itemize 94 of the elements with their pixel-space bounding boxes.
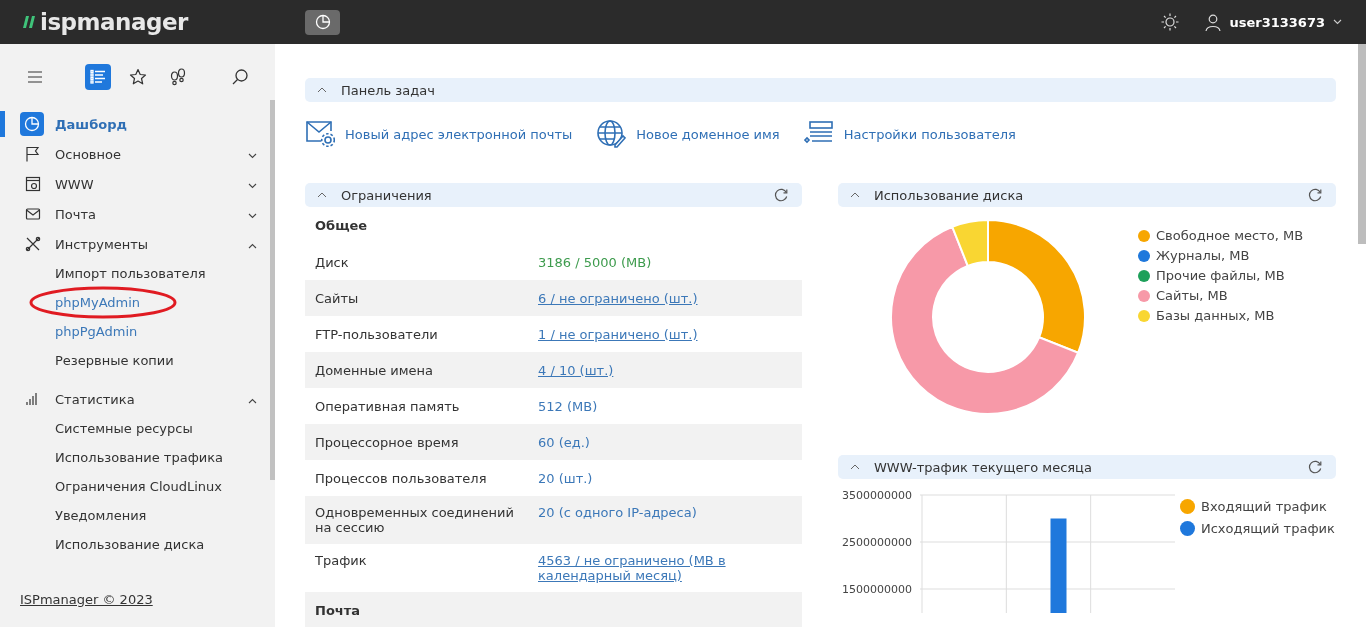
scrollbar[interactable] bbox=[270, 100, 275, 480]
collapse-button[interactable] bbox=[317, 87, 327, 93]
nav-subitem[interactable]: phpPgAdmin bbox=[0, 317, 275, 346]
nav-subitem[interactable]: Резервные копии bbox=[0, 346, 275, 375]
nav-item[interactable]: Почта bbox=[0, 199, 269, 229]
limit-label: Диск bbox=[315, 254, 350, 270]
collapse-button[interactable] bbox=[850, 192, 860, 198]
limit-value: 512 (MB) bbox=[538, 398, 599, 414]
limit-value: 20 (шт.) bbox=[538, 470, 594, 486]
logo-icon bbox=[20, 16, 36, 28]
mail-gear-icon bbox=[305, 119, 335, 149]
chevron-down-icon bbox=[248, 182, 257, 189]
nav-item[interactable]: Основное bbox=[0, 139, 269, 169]
chevron-down-icon bbox=[248, 212, 257, 219]
refresh-button[interactable] bbox=[774, 188, 788, 202]
mail-icon bbox=[25, 206, 41, 222]
refresh-icon bbox=[774, 188, 788, 202]
legend-label: Свободное место, MB bbox=[1156, 228, 1304, 243]
search-icon bbox=[231, 68, 249, 86]
quick-action-link[interactable]: Новое доменное имя bbox=[596, 119, 780, 149]
menu-icon bbox=[26, 68, 44, 86]
axis-tick-label: 1500000000 bbox=[842, 583, 912, 596]
star-icon bbox=[129, 68, 147, 86]
caret-icon bbox=[1333, 19, 1342, 25]
nav-item[interactable]: Дашборд bbox=[0, 109, 269, 139]
chevron-up-icon bbox=[317, 87, 327, 93]
refresh-icon bbox=[1308, 188, 1322, 202]
list-button[interactable] bbox=[85, 64, 111, 90]
globe-pencil-icon bbox=[596, 119, 627, 149]
chevron-up-icon bbox=[850, 192, 860, 198]
tools-icon bbox=[25, 236, 41, 252]
section-title: Общее bbox=[315, 218, 369, 233]
chevron-up-icon bbox=[248, 397, 257, 404]
nav-subitem[interactable]: Ограничения CloudLinux bbox=[0, 472, 275, 501]
nav-subitem[interactable]: Использование трафика bbox=[0, 443, 275, 472]
legend-label: Сайты, MB bbox=[1156, 288, 1228, 303]
legend-label: Базы данных, MB bbox=[1156, 308, 1275, 323]
limit-label: Оперативная память bbox=[315, 398, 461, 414]
legend-label: Исходящий трафик bbox=[1201, 521, 1335, 536]
chevron-up-icon bbox=[248, 242, 257, 249]
list-icon bbox=[89, 68, 107, 86]
axis-tick-label: 2500000000 bbox=[842, 536, 912, 549]
limit-label: Сайты bbox=[315, 290, 360, 306]
footprints-icon bbox=[169, 68, 187, 86]
nav-subitem[interactable]: Системные ресурсы bbox=[0, 414, 275, 443]
collapse-button[interactable] bbox=[850, 464, 860, 470]
chevron-up-icon bbox=[317, 192, 327, 198]
legend-label: Прочие файлы, MB bbox=[1156, 268, 1285, 283]
panel-title: Ограничения bbox=[341, 187, 432, 203]
refresh-button[interactable] bbox=[1308, 460, 1322, 474]
limit-label: Доменные имена bbox=[315, 362, 435, 378]
chevron-up-icon bbox=[850, 464, 860, 470]
legend-label: Входящий трафик bbox=[1201, 499, 1327, 514]
nav-subitem[interactable]: Импорт пользователя bbox=[0, 259, 275, 288]
limit-label: Процессорное время bbox=[315, 434, 460, 450]
nav-subitem[interactable]: Уведомления bbox=[0, 501, 275, 530]
limit-link[interactable]: 4 / 10 (шт.) bbox=[538, 362, 792, 378]
pie-chart-icon bbox=[24, 116, 40, 132]
limit-link[interactable]: 6 / не ограничено (шт.) bbox=[538, 290, 792, 306]
axis-tick-label: 3500000000 bbox=[842, 489, 912, 502]
limit-value: 60 (ед.) bbox=[538, 434, 591, 450]
quick-action-link[interactable]: Настройки пользователя bbox=[803, 119, 1016, 149]
user-menu-button[interactable]: user3133673 bbox=[1205, 13, 1342, 31]
limit-label: Одновременных соединений на сессию bbox=[315, 505, 515, 535]
footer-link[interactable]: ISPmanager © 2023 bbox=[0, 592, 275, 627]
section-title: Почта bbox=[315, 602, 362, 618]
nav-subitem[interactable]: Использование диска bbox=[0, 530, 275, 559]
nav-item[interactable]: Статистика bbox=[0, 384, 269, 414]
user-icon bbox=[1205, 13, 1222, 31]
limit-label: Процессов пользователя bbox=[315, 470, 488, 486]
sun-icon bbox=[1161, 13, 1180, 31]
logo-text: ispmanager bbox=[40, 9, 188, 35]
nav-item[interactable]: Инструменты bbox=[0, 229, 269, 259]
limit-label: FTP-пользователи bbox=[315, 326, 439, 342]
pie-chart-icon bbox=[314, 14, 331, 30]
scrollbar[interactable] bbox=[1358, 44, 1366, 244]
legend-label: Журналы, MB bbox=[1156, 248, 1250, 263]
limit-value: 3186 / 5000 (MB) bbox=[538, 254, 653, 270]
limit-label: Трафик bbox=[315, 553, 368, 568]
panel-title: Панель задач bbox=[341, 82, 435, 98]
collapse-button[interactable] bbox=[317, 192, 327, 198]
limit-link[interactable]: 4563 / не ограничено (MB в календарный месяц) bbox=[538, 553, 792, 583]
chevron-down-icon bbox=[248, 152, 257, 159]
dashboard-button[interactable] bbox=[305, 9, 340, 35]
quick-action-link[interactable]: Новый адрес электронной почты bbox=[305, 119, 573, 149]
nav-item[interactable]: WWW bbox=[0, 169, 269, 199]
panel-title: WWW-трафик текущего месяца bbox=[874, 459, 1092, 475]
flag-icon bbox=[25, 146, 41, 162]
panel-title: Использование диска bbox=[874, 187, 1024, 203]
refresh-icon bbox=[1308, 460, 1322, 474]
refresh-button[interactable] bbox=[1308, 188, 1322, 202]
nav-subitem[interactable]: phpMyAdmin bbox=[0, 288, 275, 317]
limit-link[interactable]: 1 / не ограничено (шт.) bbox=[538, 326, 792, 342]
limit-value: 20 (с одного IP-адреса) bbox=[538, 505, 698, 520]
